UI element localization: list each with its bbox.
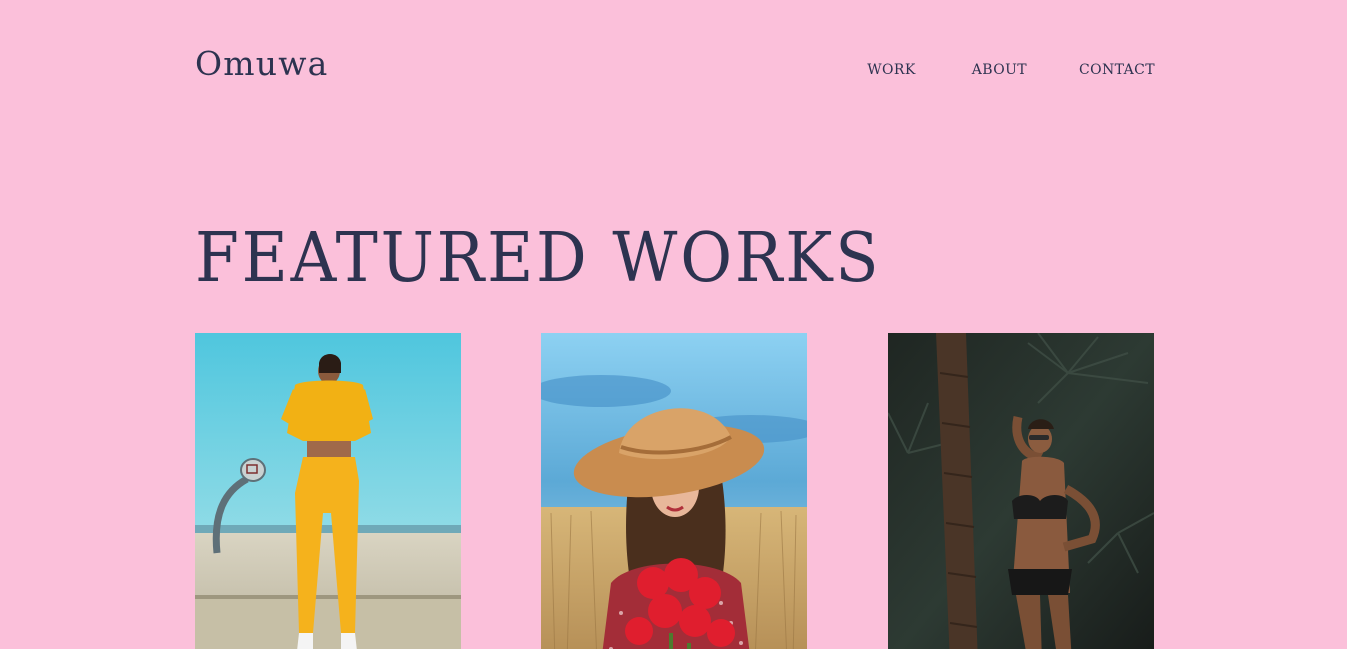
work-card-straw-hat[interactable] [541, 333, 807, 649]
brand-logo[interactable]: Omuwa [195, 44, 329, 84]
nav-link-work[interactable]: WORK [867, 59, 915, 81]
portfolio-page: Omuwa WORK ABOUT CONTACT FEATURED WORKS [0, 0, 1347, 649]
featured-works-heading: FEATURED WORKS [195, 219, 882, 298]
work-card-yellow-tracksuit[interactable] [195, 333, 461, 649]
work-image-yellow-tracksuit [195, 333, 461, 649]
site-header: Omuwa WORK ABOUT CONTACT [195, 44, 1155, 94]
nav-link-about[interactable]: ABOUT [972, 59, 1027, 81]
work-image-palm-forest [888, 333, 1154, 649]
featured-works-gallery [195, 333, 1155, 649]
work-card-palm-forest[interactable] [888, 333, 1154, 649]
nav-link-contact[interactable]: CONTACT [1079, 59, 1155, 81]
main-nav: WORK ABOUT CONTACT [867, 59, 1155, 81]
work-image-straw-hat [541, 333, 807, 649]
